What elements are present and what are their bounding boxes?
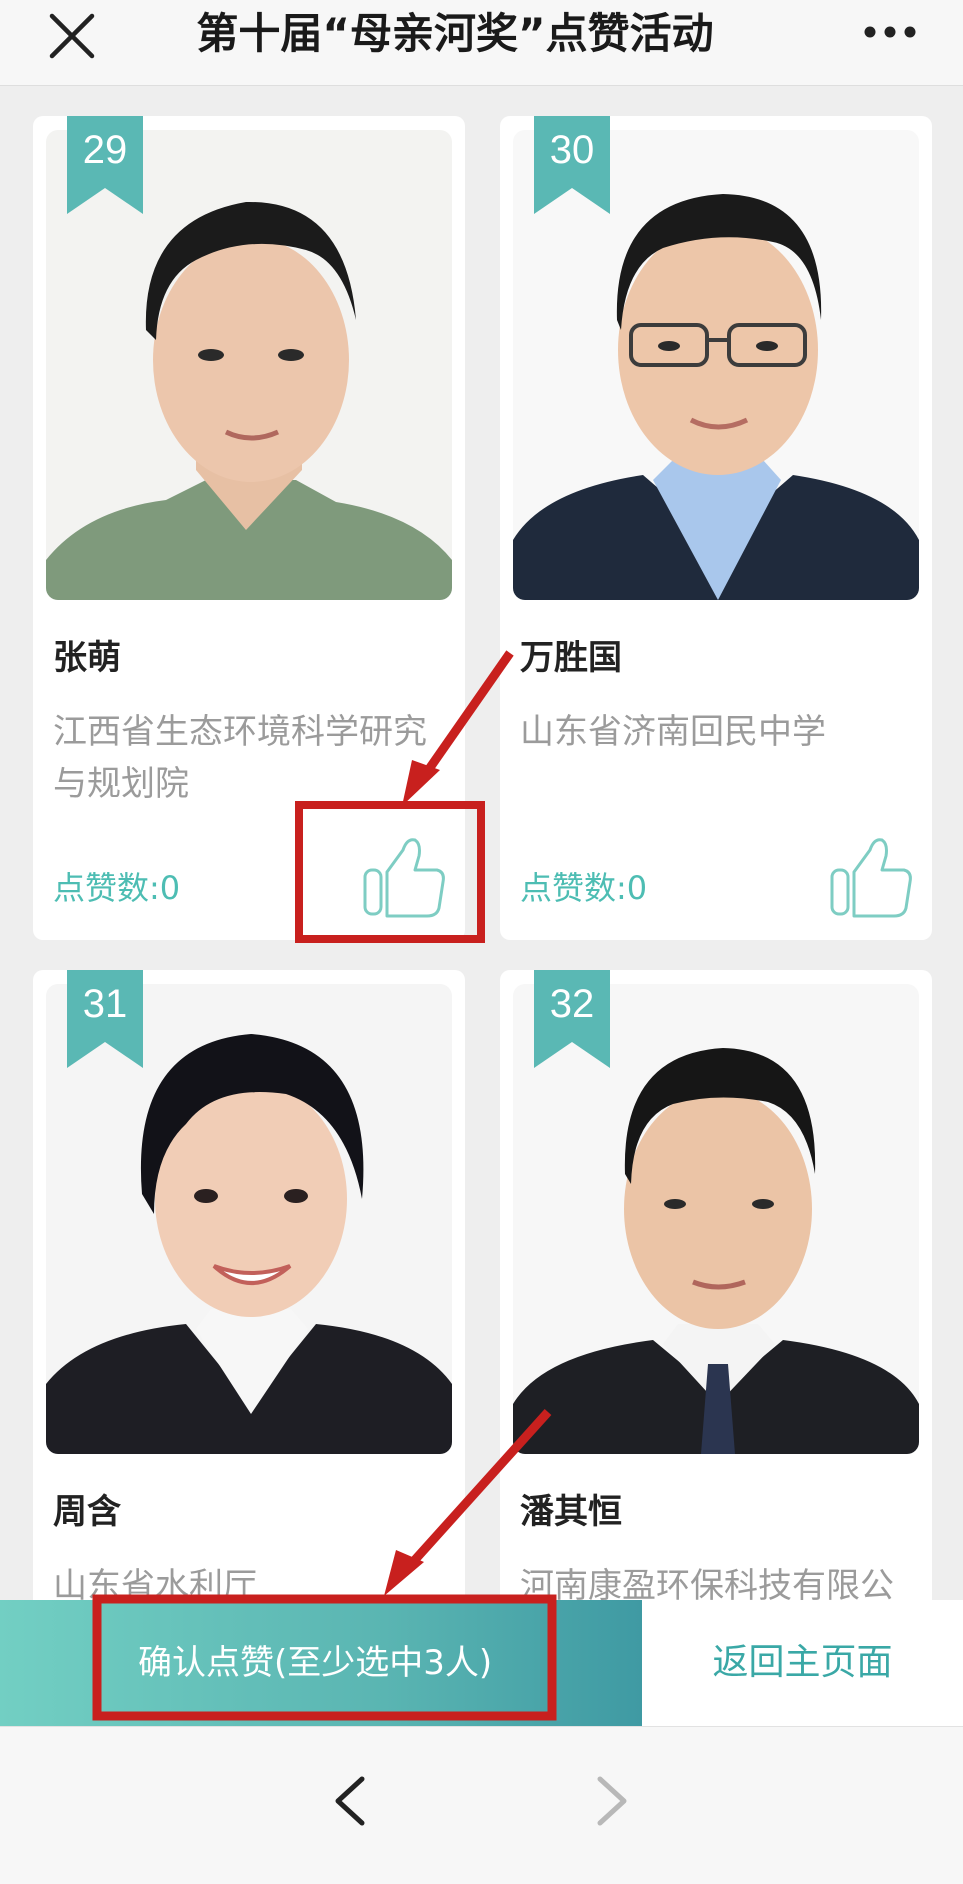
candidate-organization: 江西省生态环境科学研究与规划院 — [53, 712, 427, 804]
candidate-name: 潘其恒 — [520, 1492, 622, 1532]
chevron-right-icon[interactable] — [592, 1773, 632, 1829]
candidate-card: 32 潘其恒 河南康盈环保科技有限公 — [500, 970, 932, 1630]
back-to-home-button[interactable]: 返回主页面 — [642, 1600, 963, 1726]
candidate-name: 张萌 — [53, 638, 121, 678]
candidate-name: 万胜国 — [520, 638, 622, 678]
candidate-card: 31 周含 山东省水利厅 — [33, 970, 465, 1630]
title-bar: 第十届“母亲河奖”点赞活动 — [0, 0, 963, 86]
candidate-number: 30 — [549, 128, 595, 172]
vote-count: 点赞数:0 — [520, 869, 648, 907]
thumbs-up-icon[interactable] — [359, 832, 449, 922]
candidate-card: 30 万胜国 山东省济南回民中学 点赞数:0 — [500, 116, 932, 940]
browser-nav-bar — [0, 1726, 963, 1884]
candidate-number: 29 — [82, 128, 128, 172]
close-icon[interactable] — [44, 8, 100, 64]
candidate-organization: 山东省济南回民中学 — [520, 712, 826, 752]
vote-count: 点赞数:0 — [53, 869, 181, 907]
confirm-vote-button[interactable]: 确认点赞(至少选中3人) — [0, 1600, 642, 1726]
candidate-card: 29 张萌 江西省生态环境科学研究与规划院 点赞数:0 — [33, 116, 465, 940]
candidate-number: 32 — [549, 982, 595, 1026]
thumbs-up-icon[interactable] — [826, 832, 916, 922]
candidate-number: 31 — [82, 982, 128, 1026]
action-bar: 确认点赞(至少选中3人) 返回主页面 — [0, 1600, 963, 1726]
page-title: 第十届“母亲河奖”点赞活动 — [196, 9, 714, 58]
confirm-vote-label: 确认点赞(至少选中3人) — [138, 1643, 493, 1683]
candidate-name: 周含 — [53, 1492, 121, 1532]
chevron-left-icon[interactable] — [330, 1773, 370, 1829]
more-dots-icon[interactable] — [860, 8, 920, 52]
